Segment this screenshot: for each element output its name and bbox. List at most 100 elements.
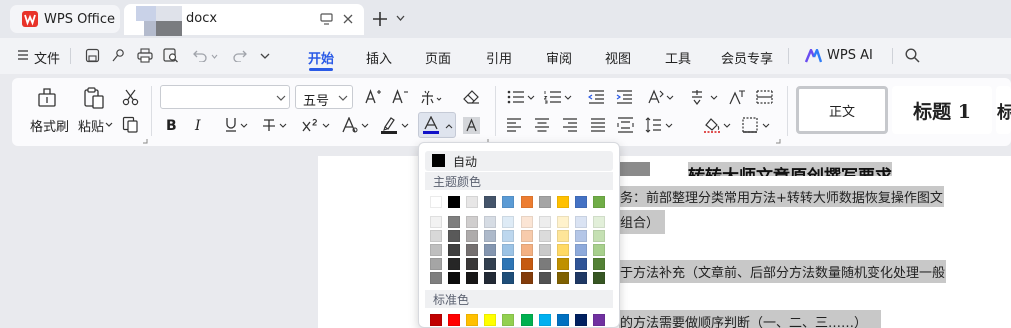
text-effects-icon[interactable] [342,117,358,133]
numbering-icon[interactable] [544,90,562,104]
decrease-font-size-icon[interactable] [392,89,409,105]
align-left-icon[interactable] [506,118,522,132]
theme-color-swatch[interactable] [538,196,551,208]
theme-shade-swatch[interactable] [466,272,479,284]
format-painter-icon[interactable] [36,86,58,108]
share-icon[interactable] [111,48,125,63]
bold-icon[interactable]: B [166,118,177,134]
wps-ai-button[interactable]: WPS AI [827,48,873,63]
print-preview-icon[interactable] [163,48,179,63]
theme-shade-swatch[interactable] [430,258,442,270]
standard-color-swatch[interactable] [556,314,569,326]
clear-formatting-icon[interactable] [463,89,480,105]
theme-shade-swatch[interactable] [466,258,479,270]
theme-color-swatch[interactable] [484,196,497,208]
font-color-dropdown-icon[interactable] [445,123,453,129]
theme-shade-swatch[interactable] [502,258,515,270]
highlight-dropdown-icon[interactable] [401,123,409,129]
theme-shade-swatch[interactable] [592,216,605,228]
table-grid-icon[interactable] [756,90,773,104]
theme-color-swatch[interactable] [556,196,569,208]
theme-shade-swatch[interactable] [466,216,479,228]
text-direction-dropdown-icon[interactable] [666,95,674,101]
theme-shade-swatch[interactable] [448,244,461,256]
close-tab-icon[interactable] [342,13,354,25]
style-heading-1[interactable]: 标题 1 [892,86,992,134]
theme-shade-swatch[interactable] [448,258,461,270]
theme-shade-swatch[interactable] [520,244,533,256]
theme-shade-swatch[interactable] [556,272,569,284]
save-icon[interactable] [85,48,100,63]
redo-icon[interactable] [232,49,247,62]
theme-color-swatch[interactable] [502,196,515,208]
underline-dropdown-icon[interactable] [240,123,248,129]
tab-view[interactable]: 视图 [605,48,631,67]
undo-icon[interactable] [193,49,208,62]
theme-shade-swatch[interactable] [538,244,551,256]
monitor-icon[interactable] [320,13,333,25]
standard-color-swatch[interactable] [502,314,515,326]
distributed-align-icon[interactable] [617,117,634,133]
theme-shade-swatch[interactable] [466,244,479,256]
theme-shade-swatch[interactable] [574,216,587,228]
tab-insert[interactable]: 插入 [366,48,392,67]
tab-page[interactable]: 页面 [425,48,451,67]
theme-color-swatch[interactable] [430,196,442,208]
standard-color-swatch[interactable] [538,314,551,326]
theme-shade-swatch[interactable] [574,258,587,270]
theme-shade-swatch[interactable] [520,272,533,284]
phonetic-guide-icon[interactable] [421,88,443,106]
copy-icon[interactable] [122,116,139,133]
tab-review[interactable]: 审阅 [546,48,572,67]
theme-shade-swatch[interactable] [538,216,551,228]
theme-shade-swatch[interactable] [538,258,551,270]
align-center-icon[interactable] [534,118,550,132]
justify-icon[interactable] [590,118,606,132]
theme-shade-swatch[interactable] [448,216,461,228]
paragraph-shading-dropdown-icon[interactable] [723,123,731,129]
bullets-dropdown-icon[interactable] [527,95,535,101]
format-painter-label[interactable]: 格式刷 [30,116,69,135]
new-tab-icon[interactable] [372,11,388,27]
standard-color-swatch[interactable] [520,314,533,326]
automatic-color-option[interactable]: 自动 [425,151,613,171]
theme-shade-swatch[interactable] [484,244,497,256]
line-spacing-dropdown-icon[interactable] [665,123,673,129]
standard-color-swatch[interactable] [574,314,587,326]
numbering-dropdown-icon[interactable] [564,95,572,101]
theme-shade-swatch[interactable] [430,244,442,256]
theme-shade-swatch[interactable] [538,230,551,242]
tab-tools[interactable]: 工具 [665,48,691,67]
align-right-icon[interactable] [562,118,578,132]
theme-shade-swatch[interactable] [556,258,569,270]
paragraph-shading-icon[interactable] [703,116,721,134]
text-effects-dropdown-icon[interactable] [361,123,369,129]
strikethrough-icon[interactable] [262,117,276,133]
paste-icon[interactable] [82,86,106,110]
bullets-icon[interactable] [507,90,525,104]
standard-color-swatch[interactable] [592,314,605,326]
standard-color-swatch[interactable] [448,314,461,326]
underline-icon[interactable] [224,117,238,133]
strikethrough-dropdown-icon[interactable] [279,123,287,129]
font-color-button[interactable] [418,112,456,138]
undo-dropdown-icon[interactable] [211,54,218,59]
line-spacing-icon[interactable] [645,117,662,133]
theme-shade-swatch[interactable] [538,272,551,284]
theme-shade-swatch[interactable] [556,230,569,242]
tab-membership[interactable]: 会员专享 [721,48,773,67]
font-size-select[interactable]: 五号 [295,85,353,109]
theme-shade-swatch[interactable] [484,216,497,228]
cut-icon[interactable] [122,89,139,106]
theme-shade-swatch[interactable] [430,216,442,228]
theme-color-swatch[interactable] [574,196,587,208]
theme-shade-swatch[interactable] [484,258,497,270]
tab-references[interactable]: 引用 [486,48,512,67]
text-direction-icon[interactable] [646,89,664,105]
theme-shade-swatch[interactable] [502,216,515,228]
decrease-indent-icon[interactable] [588,90,605,104]
theme-shade-swatch[interactable] [502,230,515,242]
theme-shade-swatch[interactable] [502,244,515,256]
show-hide-marks-icon[interactable] [729,89,746,105]
theme-shade-swatch[interactable] [520,258,533,270]
